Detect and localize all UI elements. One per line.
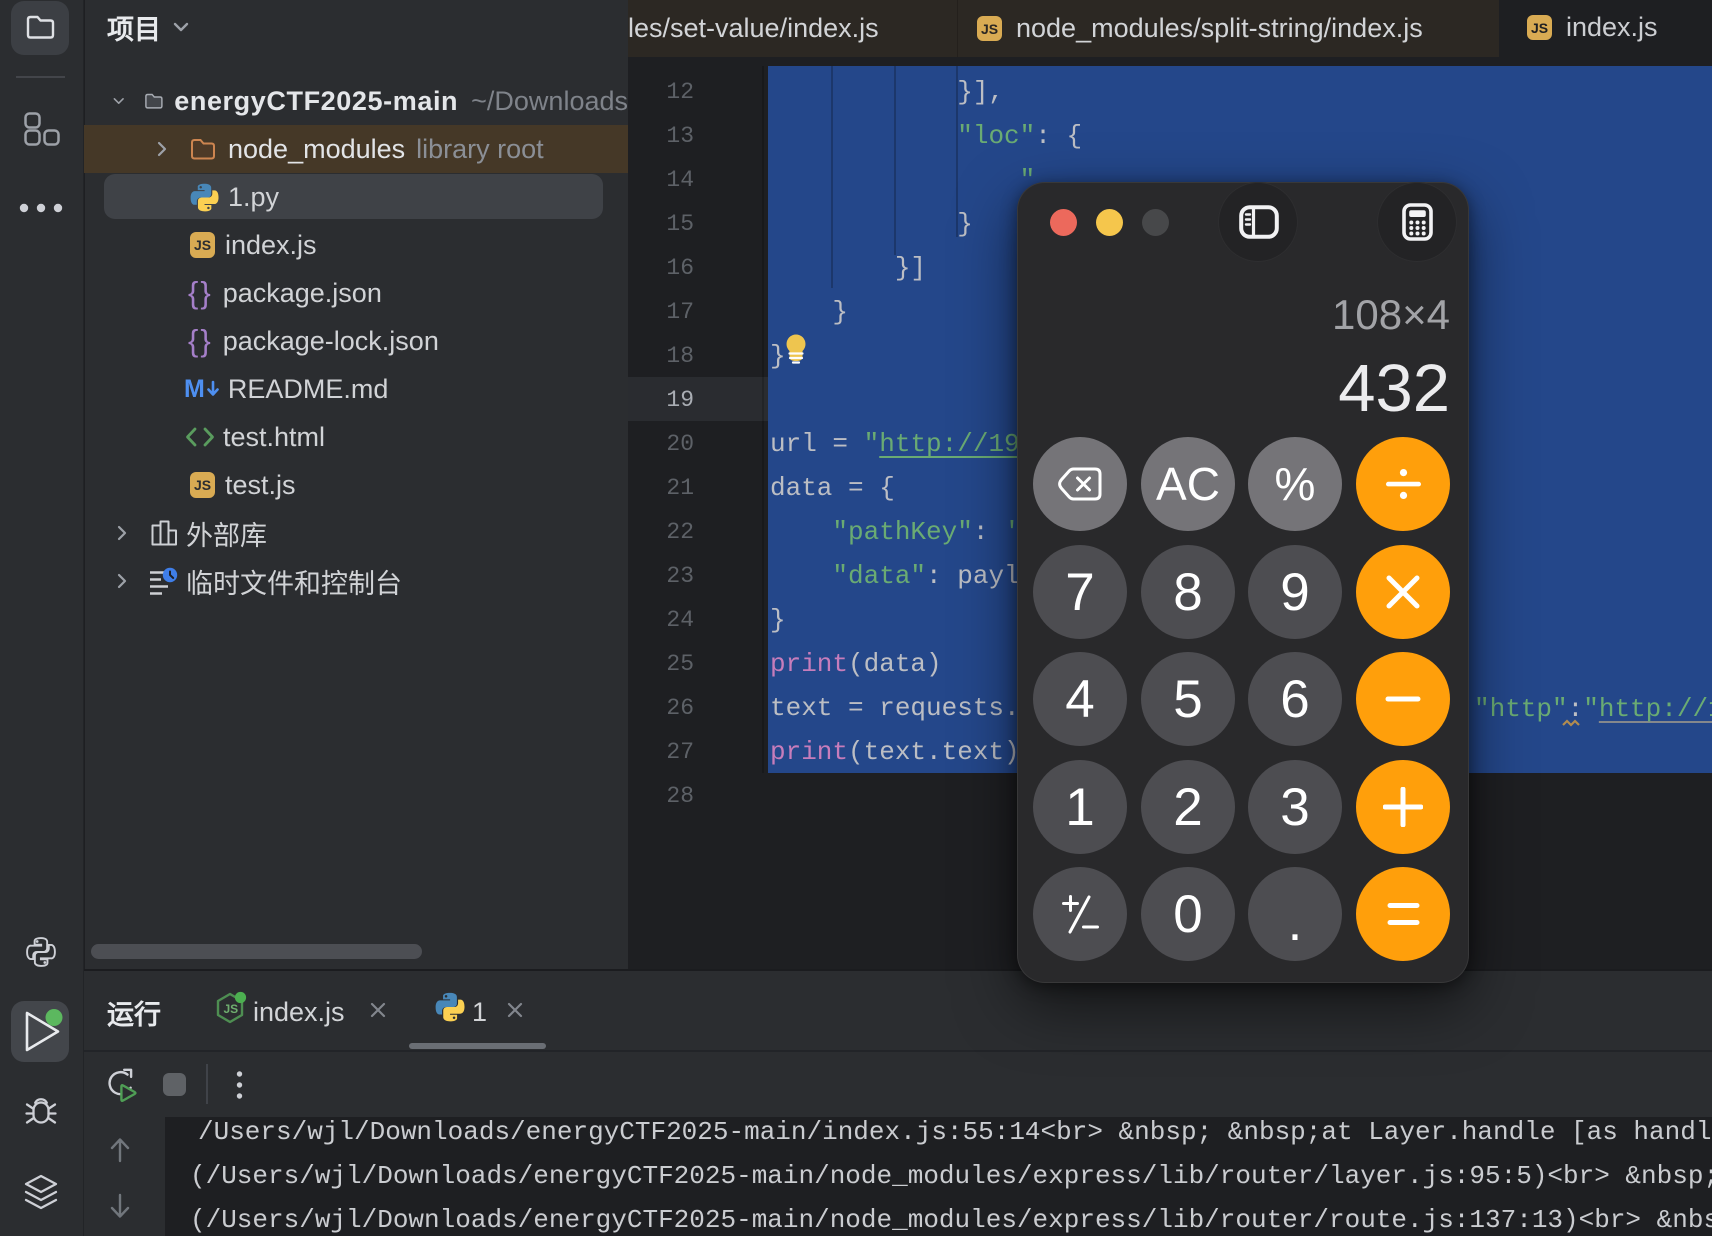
svg-text:JS: JS [224,1002,239,1016]
